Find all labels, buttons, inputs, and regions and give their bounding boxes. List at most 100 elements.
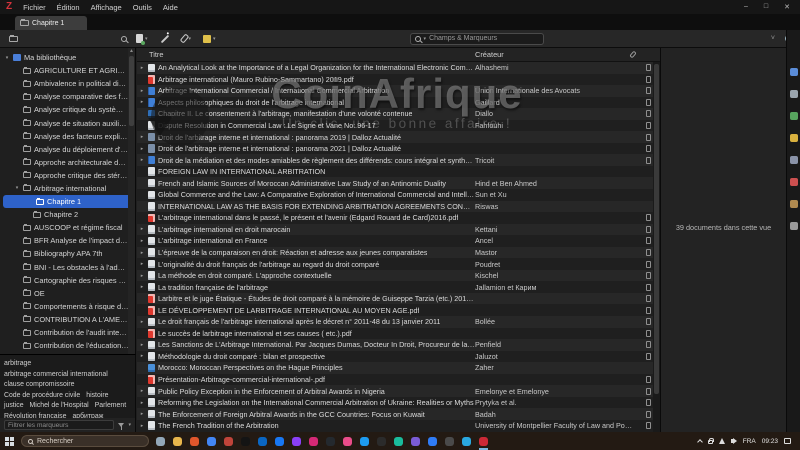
collection-contribution-de-l-audit-inte[interactable]: Contribution de l'audit interne à la per… (0, 326, 135, 339)
tray-clock[interactable]: 09:23 (762, 438, 778, 445)
collection-approche-critique-des-st-r-o[interactable]: Approche critique des stéréotypes mas… (0, 169, 135, 182)
collection-cartographie-des-risques-ass[interactable]: Cartographie des risques assurances (0, 274, 135, 287)
notes-icon[interactable] (790, 134, 798, 142)
menu-dition[interactable]: Édition (57, 3, 80, 12)
table-row[interactable]: L'arbitrage international dans le passé,… (137, 212, 660, 224)
menu-aide[interactable]: Aide (163, 3, 178, 12)
new-item-button[interactable]: ▾ (136, 34, 148, 43)
attachment-column-icon[interactable] (629, 51, 637, 59)
table-row[interactable]: ▸Le droit français de l'arbitrage intern… (137, 316, 660, 328)
table-row[interactable]: ▸Les Sanctions de L'Arbitrage Internatio… (137, 339, 660, 351)
tray-expand-icon[interactable] (697, 439, 703, 445)
collection-comportements-risque-de-gros[interactable]: Comportements à risque de grossesse … (0, 300, 135, 313)
tag-parlement[interactable]: Parlement (95, 401, 126, 411)
table-row[interactable]: LE DÉVELOPPEMENT DE LARBITRAGE INTERNATI… (137, 304, 660, 316)
collection-bfr-analyse-de-l-impact-de-l[interactable]: BFR Analyse de l'impact de l'instabilité… (0, 234, 135, 247)
collection-contribution-de-l-ducation-a[interactable]: Contribution de l'éducation artistique à… (0, 339, 135, 352)
firefox-taskbar-icon[interactable] (190, 437, 199, 446)
app-tv-taskbar-icon[interactable] (241, 437, 250, 446)
info-icon[interactable] (790, 68, 798, 76)
tag-arbitrage[interactable]: arbitrage (4, 359, 31, 369)
table-row[interactable]: ▸Droit de l'arbitrage interne et interna… (137, 131, 660, 143)
collection-oe[interactable]: OE (0, 287, 135, 300)
table-row[interactable]: ▸Reforming the Legislation on the Intern… (137, 397, 660, 409)
collection-bni-les-obstacles-l-adoption[interactable]: BNI - Les obstacles à l'adoption des se… (0, 261, 135, 274)
table-row[interactable]: ▸The French Tradition of the Arbitration… (137, 420, 660, 432)
telegram-taskbar-icon[interactable] (462, 437, 471, 446)
collection-bibliography-apa-7th[interactable]: Bibliography APA 7th (0, 247, 135, 260)
table-row[interactable]: Morocco: Moroccan Perspectives on the Ha… (137, 362, 660, 374)
tag-arbitrage-commercial-interna[interactable]: arbitrage commercial international (4, 370, 108, 380)
collection-ambivalence-in-political-dis[interactable]: Ambivalence in political discourses (0, 77, 135, 90)
table-row[interactable]: ▸La tradition française de l'arbitrageJa… (137, 281, 660, 293)
table-row[interactable]: Présentation-Arbitrage-commercial-intern… (137, 374, 660, 386)
collection-analyse-comparative-des-f-mi[interactable]: Analyse comparative des féminicides d… (0, 90, 135, 103)
column-header-creator[interactable]: Créateur (475, 50, 625, 59)
start-button[interactable] (5, 437, 14, 446)
tag-code-de-proc-dure-civile[interactable]: Code de procédure civile (4, 391, 80, 401)
teams-teal-taskbar-icon[interactable] (394, 437, 403, 446)
collapse-chevron-icon[interactable]: ˅ (771, 35, 775, 42)
twitter-taskbar-icon[interactable] (360, 437, 369, 446)
table-row[interactable]: ▸Arbitrage International Commercial / In… (137, 85, 660, 97)
collection-auscoop-et-r-gime-fiscal[interactable]: AUSCOOP et régime fiscal (0, 221, 135, 234)
scrollbar-thumb[interactable] (654, 64, 659, 394)
tray-language[interactable]: FRA (743, 438, 756, 445)
viber-taskbar-icon[interactable] (411, 437, 420, 446)
file-explorer-taskbar-icon[interactable] (173, 437, 182, 446)
new-attachment-button[interactable]: ▾ (182, 34, 192, 43)
table-row[interactable]: INTERNATIONAL LAW AS THE BASIS FOR EXTEN… (137, 201, 660, 213)
tab-chapitre-1[interactable]: Chapitre 1 (15, 16, 87, 30)
menu-outils[interactable]: Outils (133, 3, 152, 12)
tag-justice[interactable]: justice (4, 401, 24, 411)
table-row[interactable]: ▸An Analytical Look at the Importance of… (137, 62, 660, 74)
task-view-taskbar-icon[interactable] (156, 437, 165, 446)
quick-search-input[interactable]: ▾ Champs & Marqueurs (410, 33, 544, 45)
taskbar-search-input[interactable]: Rechercher (21, 435, 149, 447)
minimize-button[interactable]: – (744, 3, 748, 11)
chrome-taskbar-icon[interactable] (207, 437, 216, 446)
collection-approche-architecturale-des-[interactable]: Approche architecturale des centres de… (0, 156, 135, 169)
messenger-taskbar-icon[interactable] (292, 437, 301, 446)
menu-fichier[interactable]: Fichier (23, 3, 46, 12)
tag-michel-de-l-hospital[interactable]: Michel de l'Hospital (30, 401, 89, 411)
tag-filter-input[interactable]: Filtrer les marqueurs (4, 420, 114, 430)
table-row[interactable]: ▸L'arbitrage international en FranceAnce… (137, 235, 660, 247)
app-gray-taskbar-icon[interactable] (445, 437, 454, 446)
new-note-button[interactable]: ▾ (203, 35, 216, 43)
tag-clause-compromissoire[interactable]: clause compromissoire (4, 380, 74, 390)
edge-taskbar-icon[interactable] (428, 437, 437, 446)
abstract-icon[interactable] (790, 90, 798, 98)
filter-funnel-icon[interactable] (118, 423, 124, 427)
collection-contribution-a-l-amelioratio[interactable]: CONTRIBUTION A L'AMELIORATION DE… (0, 313, 135, 326)
volume-icon[interactable] (731, 439, 734, 443)
collection-agriculture-et-agriculteurs-[interactable]: AGRICULTURE ET AGRICULTEURS DANS… (0, 64, 135, 77)
sidebar-scrollbar[interactable]: ▲ (128, 48, 135, 354)
tags-icon[interactable] (790, 178, 798, 186)
table-row[interactable]: Larbitre et le juge Étatique - Études de… (137, 293, 660, 305)
instagram-taskbar-icon[interactable] (309, 437, 318, 446)
collection-analyse-critique-du-syst-me-[interactable]: Analyse critique du système de notatio… (0, 103, 135, 116)
collection-chapitre-2[interactable]: Chapitre 2 (0, 208, 135, 221)
column-header-title[interactable]: Titre (137, 50, 475, 59)
new-collection-button[interactable] (9, 36, 18, 42)
table-row[interactable]: ▸La méthode en droit comparé. L'approche… (137, 270, 660, 282)
add-by-identifier-button[interactable] (160, 38, 170, 40)
collection-analyse-de-situation-auxilia[interactable]: Analyse de situation auxiliaire de puéri… (0, 116, 135, 129)
network-icon[interactable] (719, 438, 725, 444)
table-row[interactable]: ▸Méthodologie du droit comparé : bilan e… (137, 351, 660, 363)
table-row[interactable]: ▸The Enforcement of Foreign Arbitral Awa… (137, 408, 660, 420)
maximize-button[interactable]: □ (764, 3, 768, 11)
collection-analyse-du-d-ploiement-d-un-[interactable]: Analyse du déploiement d'un système … (0, 143, 135, 156)
dribbble-taskbar-icon[interactable] (343, 437, 352, 446)
table-row[interactable]: ▸Droit de l'arbitrage interne et interna… (137, 143, 660, 155)
table-row[interactable]: Arbitrage international (Mauro Rubino-Sa… (137, 74, 660, 86)
table-row[interactable]: Chapitre II. Le consentement à l'arbitra… (137, 108, 660, 120)
library-root[interactable]: ▾Ma bibliothèque (0, 51, 135, 64)
facebook-taskbar-icon[interactable] (275, 437, 284, 446)
attachments-icon[interactable] (790, 112, 798, 120)
table-row[interactable]: ▸L'originalité du droit français de l'ar… (137, 258, 660, 270)
github-taskbar-icon[interactable] (326, 437, 335, 446)
table-row[interactable]: French and Islamic Sources of Moroccan A… (137, 177, 660, 189)
table-row[interactable]: ▸Droit de la médiation et des modes amia… (137, 154, 660, 166)
